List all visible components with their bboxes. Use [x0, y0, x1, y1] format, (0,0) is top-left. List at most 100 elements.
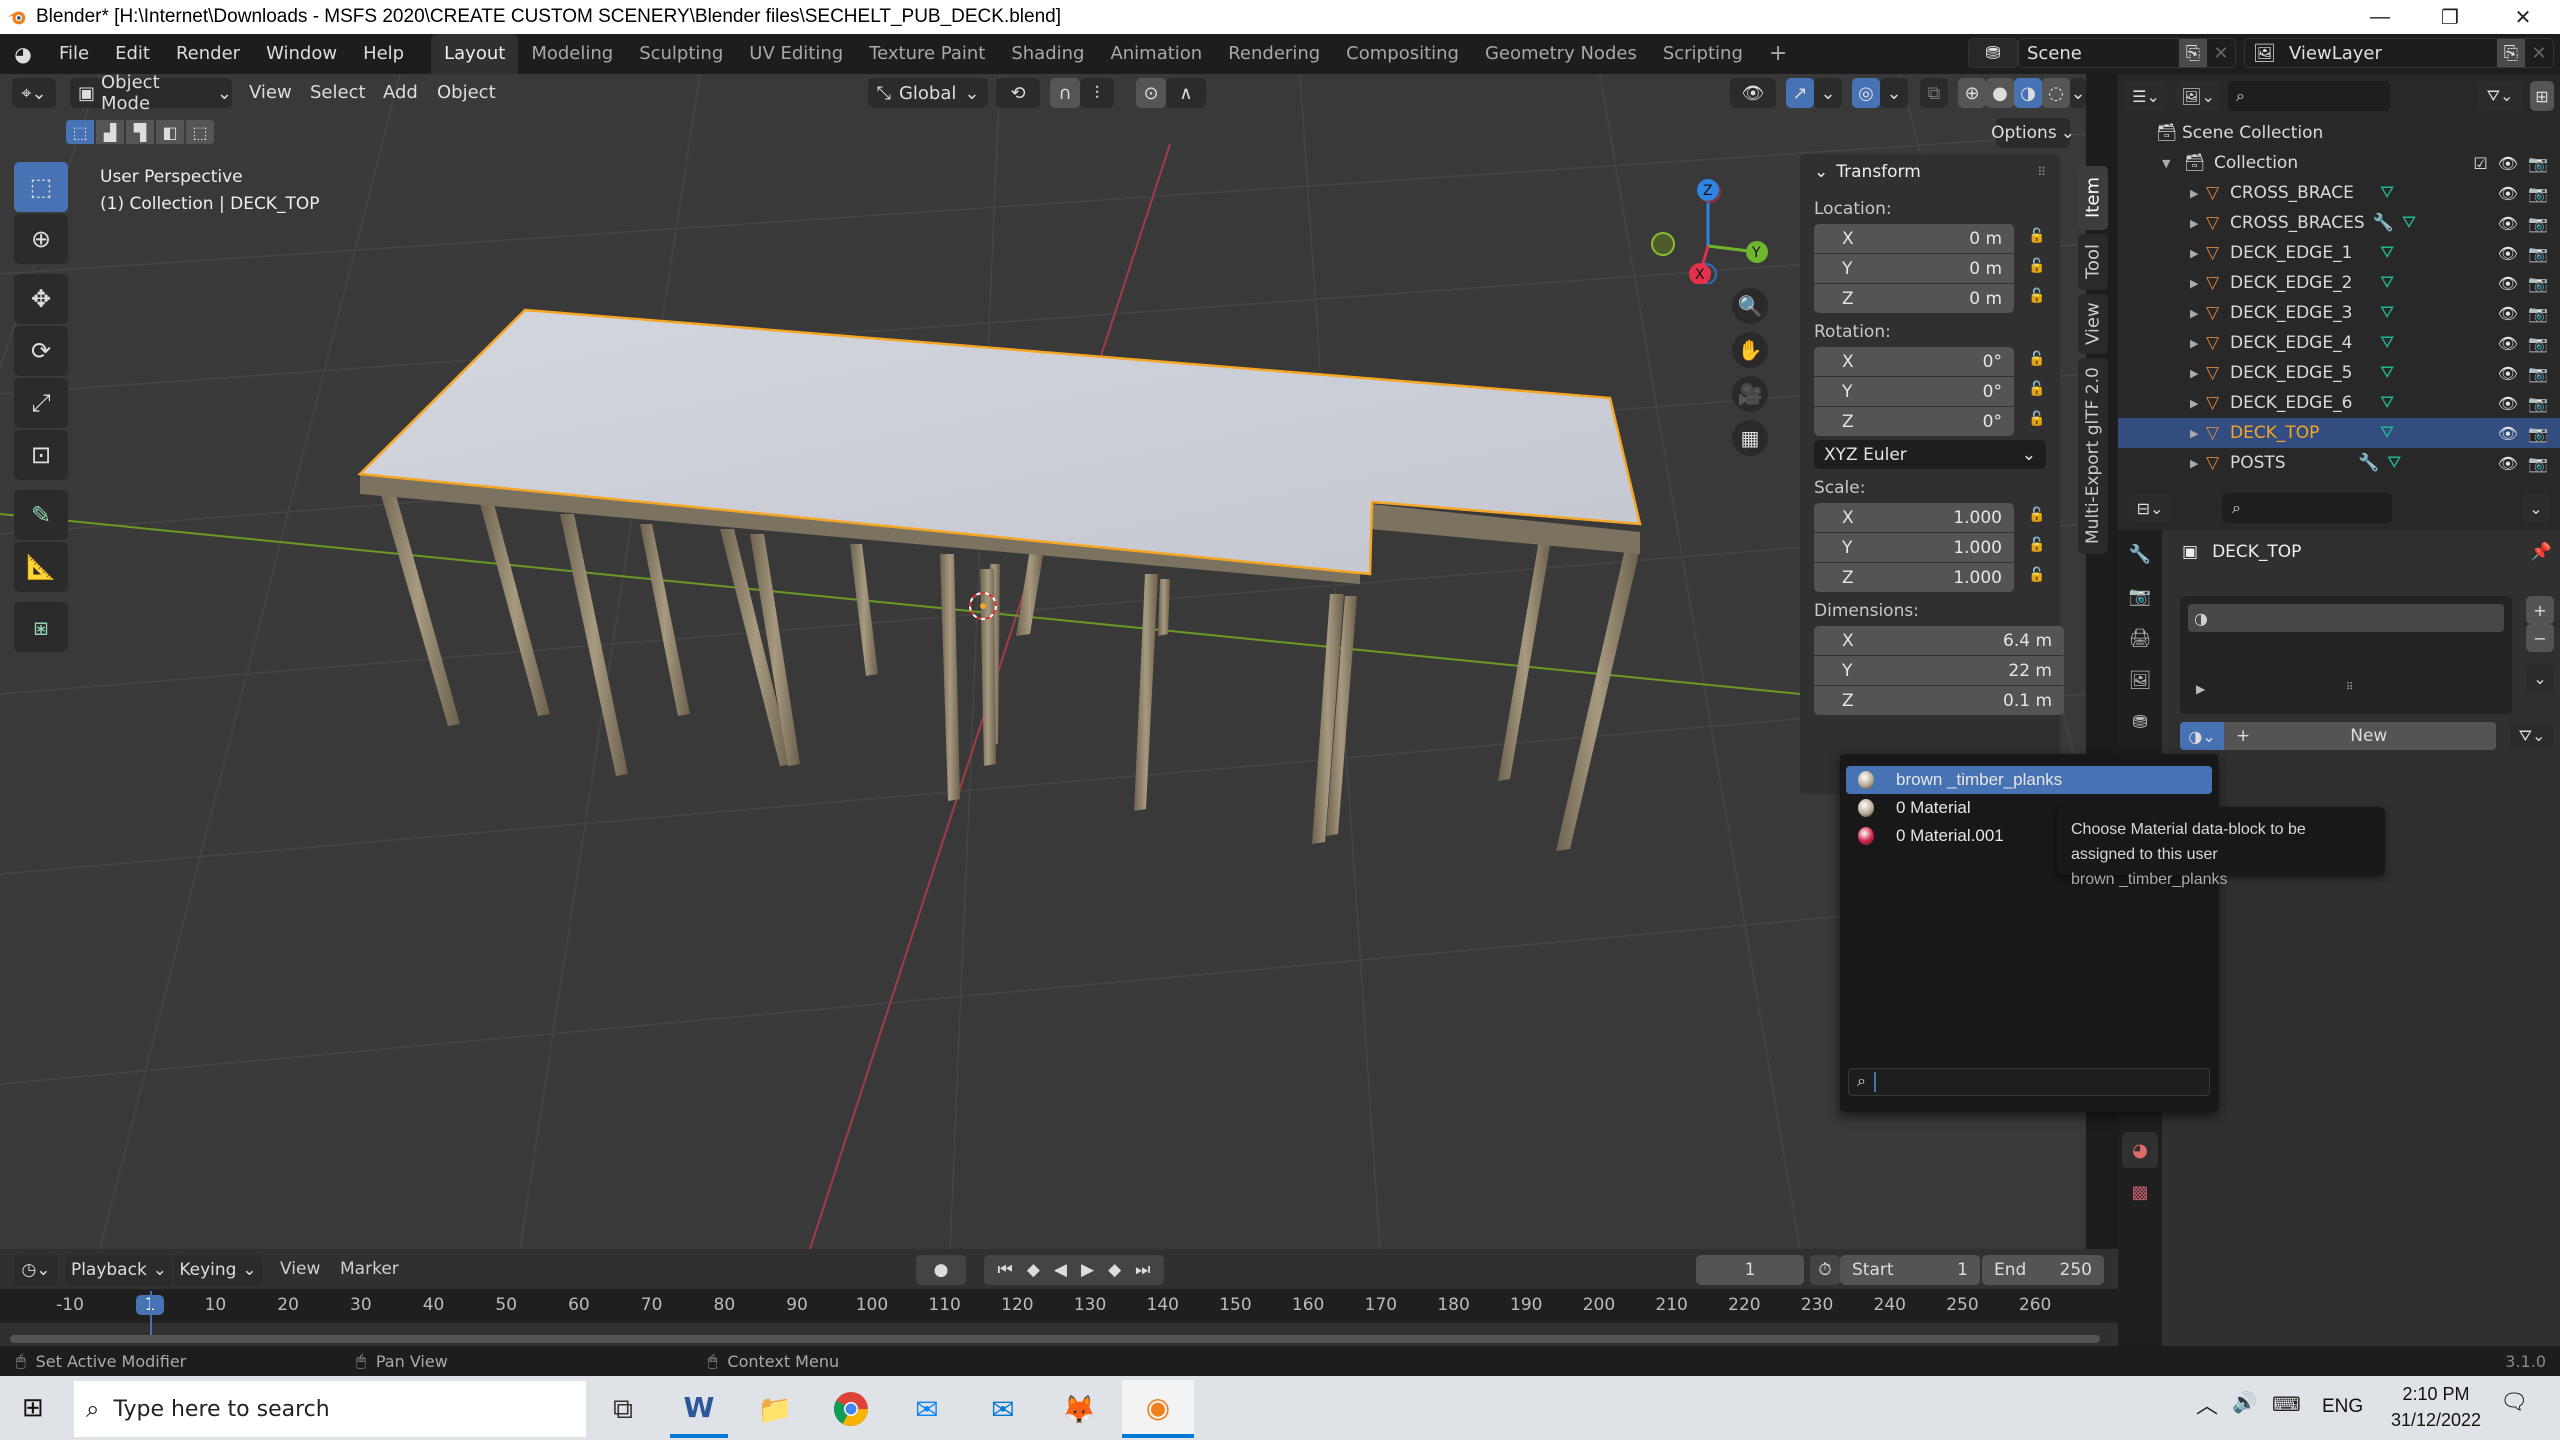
rotation-y-field[interactable]: Y 0°: [1814, 377, 2014, 406]
expand-triangle-icon[interactable]: ▶: [2190, 247, 2206, 260]
tab-render[interactable]: 📷: [2122, 578, 2158, 614]
mesh-data-icon[interactable]: ⛛: [2402, 213, 2416, 233]
filter-button[interactable]: ⛛⌄: [2478, 81, 2522, 111]
browse-material-button[interactable]: ◑⌄: [2180, 722, 2224, 750]
dimension-z-field[interactable]: Z 0.1 m: [1814, 686, 2064, 715]
timeline-menu-view[interactable]: View: [280, 1259, 320, 1279]
zoom-view-button[interactable]: 🔍: [1732, 288, 1768, 324]
scene-collection-row[interactable]: 🗃 Scene Collection: [2118, 118, 2560, 148]
delete-scene-icon[interactable]: ✕: [2207, 43, 2235, 64]
tab-texture[interactable]: ▩: [2122, 1174, 2158, 1210]
properties-options-button[interactable]: ⌄: [2522, 493, 2550, 523]
shading-rendered[interactable]: ◌: [2042, 78, 2070, 108]
tool-annotate[interactable]: ✎: [14, 490, 68, 540]
snap-toggle[interactable]: ∩: [1050, 78, 1080, 108]
show-hidden-icons-button[interactable]: ︿: [2196, 1388, 2218, 1420]
use-preview-range-toggle[interactable]: ⏱: [1810, 1255, 1840, 1285]
eye-icon[interactable]: 👁: [2498, 454, 2518, 473]
camera-render-icon[interactable]: 📷: [2528, 304, 2548, 323]
overlays-toggle[interactable]: ◎: [1852, 78, 1880, 108]
mesh-data-icon[interactable]: ⛛: [2380, 363, 2394, 383]
camera-render-icon[interactable]: 📷: [2528, 334, 2548, 353]
dimension-y-field[interactable]: Y 22 m: [1814, 656, 2064, 685]
exclude-checkbox[interactable]: ☑: [2473, 154, 2487, 173]
lock-icon[interactable]: 🔓: [2028, 381, 2048, 397]
location-z-field[interactable]: Z 0 m: [1814, 284, 2014, 313]
eye-icon[interactable]: 👁: [2498, 364, 2518, 383]
snap-target-button[interactable]: ⫶: [1080, 78, 1114, 108]
minimize-button[interactable]: —: [2345, 0, 2415, 34]
pan-view-button[interactable]: ✋: [1732, 332, 1768, 368]
expand-triangle-icon[interactable]: ▶: [2190, 397, 2206, 410]
tab-material[interactable]: ◕: [2122, 1132, 2158, 1168]
link-data-button[interactable]: ⛛⌄: [2510, 722, 2554, 750]
expand-triangle-icon[interactable]: ▶: [2190, 187, 2206, 200]
viewport-menu-object[interactable]: Object: [424, 74, 509, 113]
tab-compositing[interactable]: Compositing: [1333, 34, 1472, 74]
display-mode-button[interactable]: 🖼⌄: [2176, 81, 2220, 111]
taskbar-firefox[interactable]: 🦊: [1050, 1380, 1108, 1438]
expand-triangle-icon[interactable]: ▶: [2190, 217, 2206, 230]
tab-animation[interactable]: Animation: [1097, 34, 1215, 74]
tab-view-layer[interactable]: 🖼: [2122, 662, 2158, 698]
outliner-item[interactable]: ▶ ▽ POSTS 🔧 ⛛ 👁 📷: [2118, 448, 2560, 478]
tab-output[interactable]: 🖨: [2122, 620, 2158, 656]
eye-icon[interactable]: 👁: [2498, 184, 2518, 203]
timeline-ruler[interactable]: -101102030405060708090100110120130140150…: [0, 1289, 2118, 1323]
modifier-wrench-icon[interactable]: 🔧: [2373, 213, 2394, 233]
menu-help[interactable]: Help: [350, 34, 417, 74]
tab-shading[interactable]: Shading: [998, 34, 1097, 74]
mesh-data-icon[interactable]: ⛛: [2380, 303, 2394, 323]
viewlayer-icon[interactable]: 🖼: [2253, 43, 2289, 64]
tool-move[interactable]: ✥: [14, 274, 68, 324]
tool-select-box[interactable]: ⬚: [14, 162, 68, 212]
tab-geometry-nodes[interactable]: Geometry Nodes: [1472, 34, 1650, 74]
taskbar-word[interactable]: W: [670, 1380, 728, 1438]
rotation-x-field[interactable]: X 0°: [1814, 347, 2014, 376]
select-intersect-button[interactable]: ⬚: [186, 120, 214, 144]
xray-toggle[interactable]: ⧉: [1920, 78, 1948, 108]
eye-icon[interactable]: 👁: [2498, 244, 2518, 263]
action-center-button[interactable]: 🗨: [2500, 1390, 2528, 1415]
new-collection-button[interactable]: ⊞: [2530, 81, 2554, 111]
language-indicator[interactable]: ENG: [2322, 1396, 2363, 1418]
shading-material-preview[interactable]: ◑: [2014, 78, 2042, 108]
shading-dropdown[interactable]: ⌄: [2070, 78, 2086, 108]
outliner-item[interactable]: ▶ ▽ DECK_EDGE_6 ⛛ 👁 📷: [2118, 388, 2560, 418]
ortho-toggle-button[interactable]: ▦: [1732, 420, 1768, 456]
outliner-item[interactable]: ▶ ▽ DECK_TOP ⛛ 👁 📷: [2118, 418, 2560, 448]
expand-triangle-icon[interactable]: ▶: [2190, 427, 2206, 440]
visibility-selectability-button[interactable]: 👁: [1730, 78, 1776, 108]
eye-icon[interactable]: 👁: [2498, 154, 2518, 173]
duplicate-viewlayer-icon[interactable]: ⎘: [2497, 39, 2525, 67]
sidebar-tab-view[interactable]: View: [2078, 294, 2108, 354]
windows-start-icon[interactable]: ⊞: [22, 1392, 44, 1423]
outliner-item[interactable]: ▶ ▽ DECK_EDGE_4 ⛛ 👁 📷: [2118, 328, 2560, 358]
lock-icon[interactable]: 🔓: [2028, 351, 2048, 367]
outliner-item[interactable]: ▶ ▽ DECK_EDGE_5 ⛛ 👁 📷: [2118, 358, 2560, 388]
jump-end-icon[interactable]: ⏭: [1135, 1260, 1150, 1280]
viewport-menu-select[interactable]: Select: [297, 74, 379, 113]
viewport-menu-view[interactable]: View: [236, 74, 305, 113]
location-x-field[interactable]: X 0 m: [1814, 224, 2014, 253]
auto-keying-toggle[interactable]: ●: [916, 1255, 966, 1285]
transform-header[interactable]: ⌄ Transform ⠿: [1814, 154, 2046, 190]
modifier-wrench-icon[interactable]: 🔧: [2358, 453, 2379, 473]
add-material-slot-button[interactable]: +: [2526, 596, 2554, 624]
taskbar-search-box[interactable]: ⌕ Type here to search: [74, 1381, 586, 1437]
camera-render-icon[interactable]: 📷: [2528, 244, 2548, 263]
current-frame-field[interactable]: 1: [1696, 1255, 1804, 1285]
expand-triangle-icon[interactable]: ▶: [2190, 457, 2206, 470]
rotation-mode-dropdown[interactable]: XYZ Euler ⌄: [1814, 440, 2046, 469]
camera-render-icon[interactable]: 📷: [2528, 454, 2548, 473]
end-frame-field[interactable]: End 250: [1982, 1255, 2104, 1285]
camera-render-icon[interactable]: 📷: [2528, 184, 2548, 203]
close-button[interactable]: ✕: [2488, 0, 2558, 34]
lock-icon[interactable]: 🔓: [2028, 288, 2048, 304]
prev-keyframe-icon[interactable]: ◆: [1027, 1260, 1040, 1280]
camera-render-icon[interactable]: 📷: [2528, 364, 2548, 383]
taskbar-mail[interactable]: ✉: [974, 1380, 1032, 1438]
eye-icon[interactable]: 👁: [2498, 334, 2518, 353]
tab-texture-paint[interactable]: Texture Paint: [856, 34, 998, 74]
next-keyframe-icon[interactable]: ◆: [1108, 1260, 1121, 1280]
